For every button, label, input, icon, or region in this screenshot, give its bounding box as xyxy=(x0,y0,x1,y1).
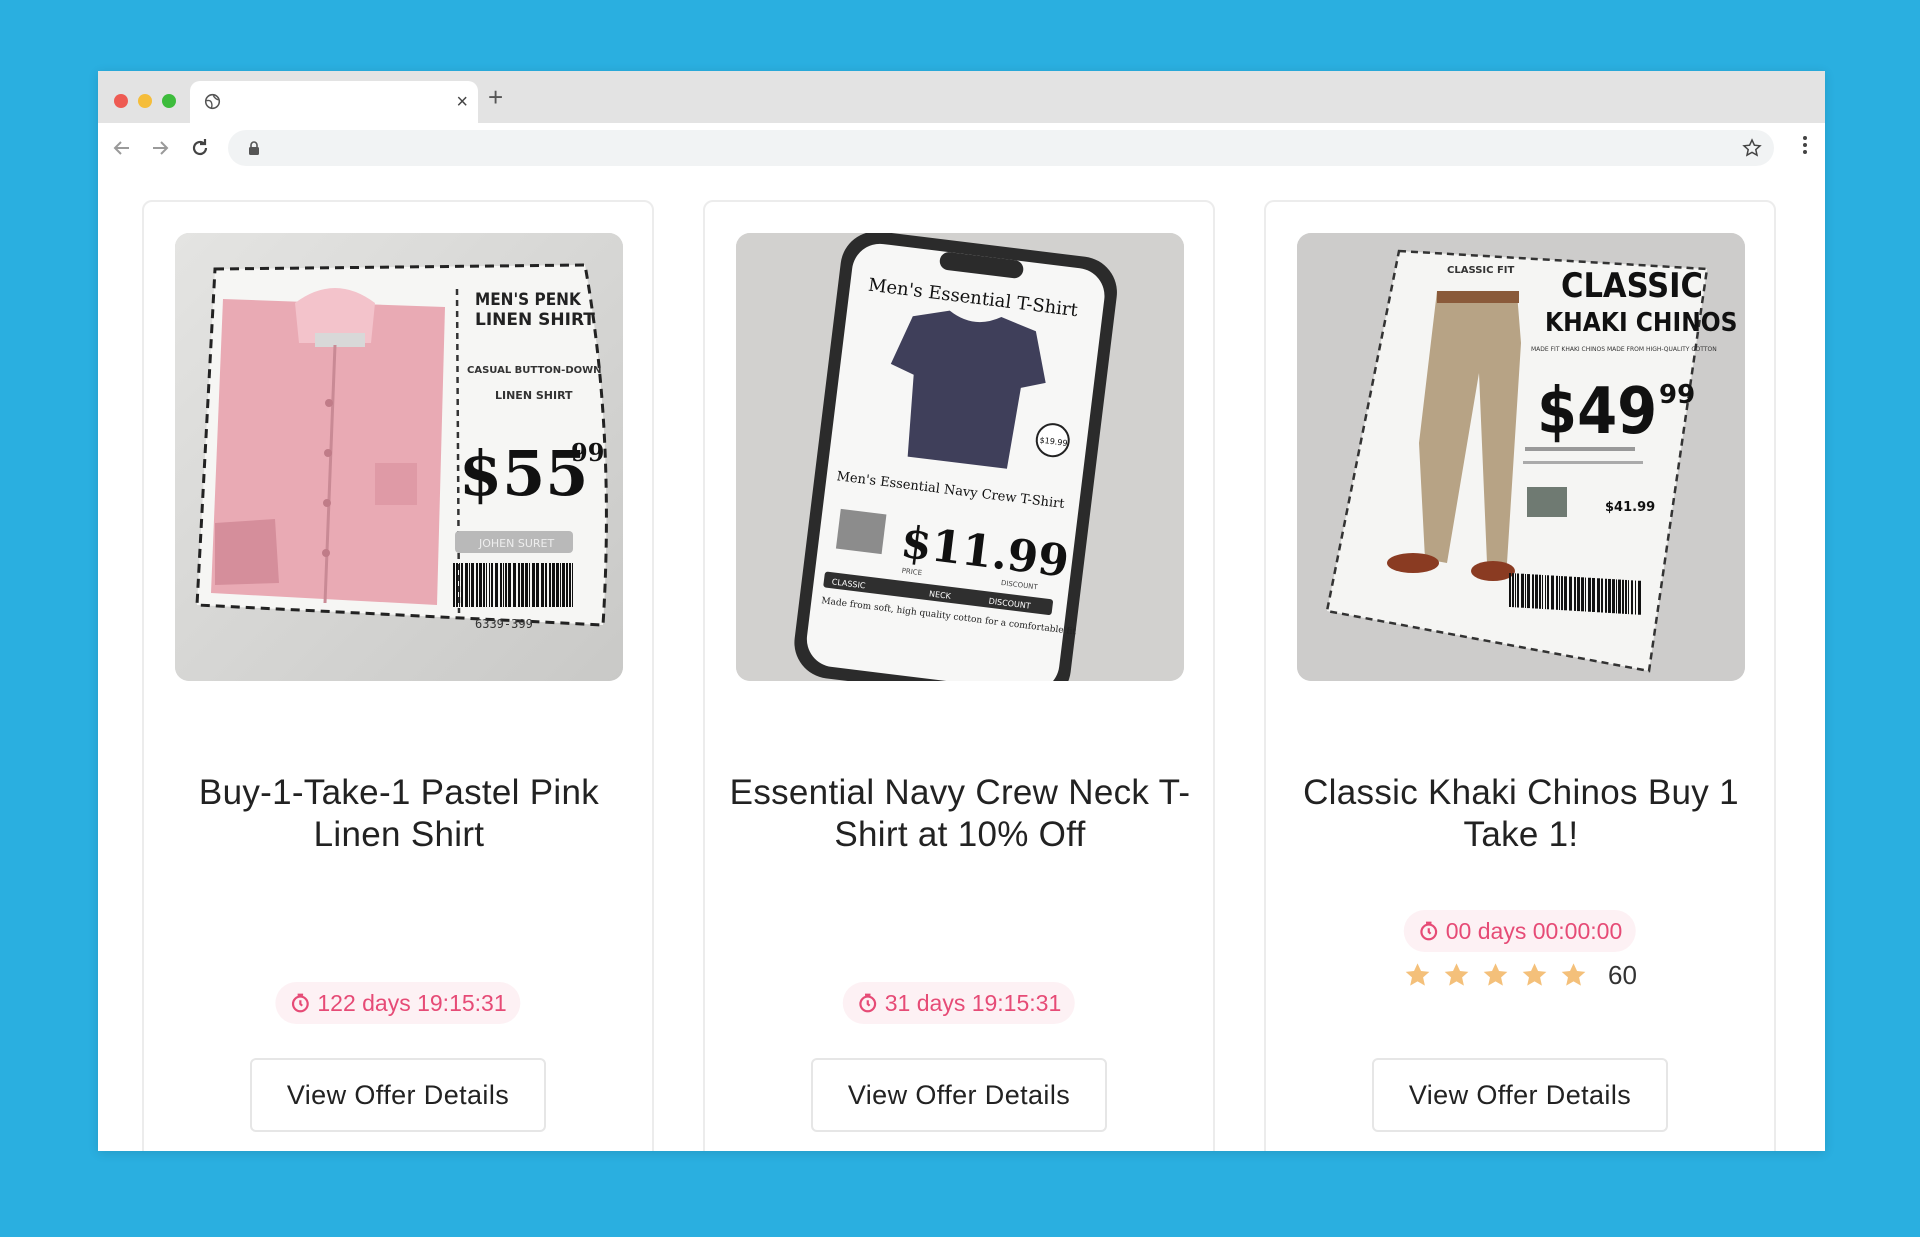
flyer-corner-label: CLASSIC FIT xyxy=(1447,265,1514,276)
offer-title: Essential Navy Crew Neck T-Shirt at 10% … xyxy=(729,773,1191,854)
coupon-tag: JOHEN SURET xyxy=(478,537,554,550)
close-tab-icon[interactable]: × xyxy=(456,90,468,114)
star-icon[interactable] xyxy=(1742,138,1762,158)
flyer-heading-line1: CLASSIC xyxy=(1561,266,1703,306)
globe-icon xyxy=(204,93,221,110)
offer-card: Men's Essential T-Shirt $19.99 Men's Ess… xyxy=(703,200,1215,1151)
rating-star-icon xyxy=(1483,963,1508,986)
view-offer-details-button[interactable]: View Offer Details xyxy=(250,1058,546,1132)
offer-image-pink-shirt: MEN'S PENK LINEN SHIRT CASUAL BUTTON-DOW… xyxy=(175,233,623,681)
rating-star-icon xyxy=(1561,963,1586,986)
address-bar[interactable] xyxy=(228,130,1774,166)
offer-title: Buy-1-Take-1 Pastel Pink Linen Shirt xyxy=(198,773,600,854)
offer-card: MEN'S PENK LINEN SHIRT CASUAL BUTTON-DOW… xyxy=(142,200,654,1151)
rating-stars xyxy=(1403,961,1588,990)
tab-bar: × + xyxy=(98,71,1825,123)
maximize-window-button[interactable] xyxy=(162,94,176,108)
countdown-badge: 122 days 19:15:31 xyxy=(275,982,521,1024)
flyer-small-price: $41.99 xyxy=(1605,500,1655,515)
countdown-badge: 00 days 00:00:00 xyxy=(1403,910,1637,952)
offer-title: Classic Khaki Chinos Buy 1 Take 1! xyxy=(1303,773,1739,854)
flyer-price-cents: 99 xyxy=(1659,380,1695,410)
offer-image-navy-tshirt: Men's Essential T-Shirt $19.99 Men's Ess… xyxy=(736,233,1184,681)
back-arrow-icon[interactable] xyxy=(110,136,134,160)
browser-tab[interactable]: × xyxy=(190,81,478,123)
coupon-name-line1: MEN'S PENK xyxy=(475,290,582,310)
timer-icon xyxy=(859,993,877,1013)
rating-star-icon xyxy=(1405,963,1430,986)
flyer-subtext: MADE FIT KHAKI CHINOS MADE FROM HIGH-QUA… xyxy=(1531,346,1717,353)
view-offer-details-button[interactable]: View Offer Details xyxy=(811,1058,1107,1132)
coupon-desc-line2: LINEN SHIRT xyxy=(495,389,573,402)
rating: 60 xyxy=(1403,960,1637,991)
flyer-heading-line2: KHAKI CHINOS xyxy=(1545,308,1738,338)
forward-arrow-icon[interactable] xyxy=(148,136,172,160)
countdown-badge: 31 days 19:15:31 xyxy=(842,982,1076,1024)
rating-star-icon xyxy=(1522,963,1547,986)
timer-icon xyxy=(291,993,309,1013)
countdown-text: 31 days 19:15:31 xyxy=(884,990,1062,1016)
coupon-desc-line1: CASUAL BUTTON-DOWN xyxy=(467,365,602,376)
browser-window: × + MEN'S PENK LINEN SHIRT CASUAL BUTTON… xyxy=(98,71,1825,1151)
offer-card: CLASSIC FIT CLASSIC KHAKI CHINOS MADE FI… xyxy=(1264,200,1776,1151)
timer-icon xyxy=(1420,921,1438,941)
close-window-button[interactable] xyxy=(114,94,128,108)
more-icon[interactable] xyxy=(1803,135,1807,155)
rating-count: 60 xyxy=(1608,960,1637,990)
offer-image-khaki-chinos: CLASSIC FIT CLASSIC KHAKI CHINOS MADE FI… xyxy=(1297,233,1745,681)
reload-icon[interactable] xyxy=(188,136,212,160)
coupon-barcode-number: 6339-399 xyxy=(475,617,533,631)
coupon-price-cents: 99 xyxy=(571,438,604,467)
coupon-price-main: $55 xyxy=(459,437,588,510)
flyer-price-main: $49 xyxy=(1537,375,1657,449)
lock-icon xyxy=(249,141,259,155)
coupon-name-line2: LINEN SHIRT xyxy=(475,310,595,330)
minimize-window-button[interactable] xyxy=(138,94,152,108)
view-offer-details-button[interactable]: View Offer Details xyxy=(1372,1058,1668,1132)
browser-toolbar xyxy=(98,123,1825,183)
countdown-text: 122 days 19:15:31 xyxy=(317,990,507,1016)
countdown-text: 00 days 00:00:00 xyxy=(1445,918,1623,944)
rating-star-icon xyxy=(1444,963,1469,986)
plus-icon[interactable]: + xyxy=(488,83,503,111)
offers-grid: MEN'S PENK LINEN SHIRT CASUAL BUTTON-DOW… xyxy=(98,183,1825,1151)
